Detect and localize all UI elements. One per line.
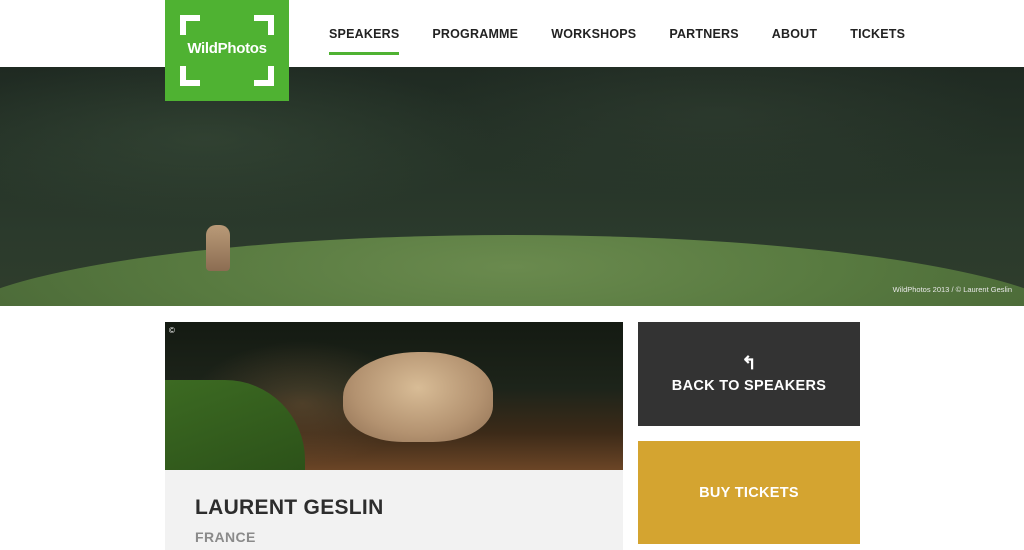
nav-programme[interactable]: PROGRAMME (432, 27, 518, 55)
back-arrow-icon: ↰ (741, 353, 757, 373)
logo-frame-corner (180, 15, 200, 35)
speaker-info: LAURENT GESLIN FRANCE (165, 470, 623, 550)
hero-photo-credit: WildPhotos 2013 / © Laurent Geslin (892, 285, 1012, 294)
speaker-card: © LAURENT GESLIN FRANCE (165, 322, 623, 550)
copyright-icon: © (169, 326, 175, 335)
logo-frame-corner (180, 66, 200, 86)
wildphotos-logo[interactable]: WildPhotos (165, 0, 289, 101)
buy-tickets-button[interactable]: BUY TICKETS (638, 441, 860, 544)
speaker-name: LAURENT GESLIN (195, 496, 384, 519)
nav-tickets[interactable]: TICKETS (850, 27, 905, 55)
back-to-speakers-button[interactable]: ↰ BACK TO SPEAKERS (638, 322, 860, 426)
top-bar: WildPhotos SPEAKERS PROGRAMME WORKSHOPS … (0, 0, 1024, 101)
photo-moss (165, 380, 305, 470)
speaker-country: FRANCE (195, 529, 256, 545)
speaker-photo: © (165, 322, 623, 470)
logo-text: WildPhotos (187, 40, 267, 57)
nav-about[interactable]: ABOUT (772, 27, 817, 55)
nav-workshops[interactable]: WORKSHOPS (551, 27, 636, 55)
logo-frame-corner (254, 66, 274, 86)
buy-tickets-label: BUY TICKETS (699, 484, 799, 501)
logo-frame-corner (254, 15, 274, 35)
hero-hill (0, 235, 1024, 306)
nav-speakers[interactable]: SPEAKERS (329, 27, 400, 55)
main-nav: SPEAKERS PROGRAMME WORKSHOPS PARTNERS AB… (329, 27, 938, 55)
back-to-speakers-label: BACK TO SPEAKERS (671, 378, 827, 394)
photo-lynx (343, 352, 493, 442)
hero-image: WildPhotos 2013 / © Laurent Geslin (0, 67, 1024, 306)
hero-lynx (206, 225, 230, 271)
nav-partners[interactable]: PARTNERS (669, 27, 738, 55)
